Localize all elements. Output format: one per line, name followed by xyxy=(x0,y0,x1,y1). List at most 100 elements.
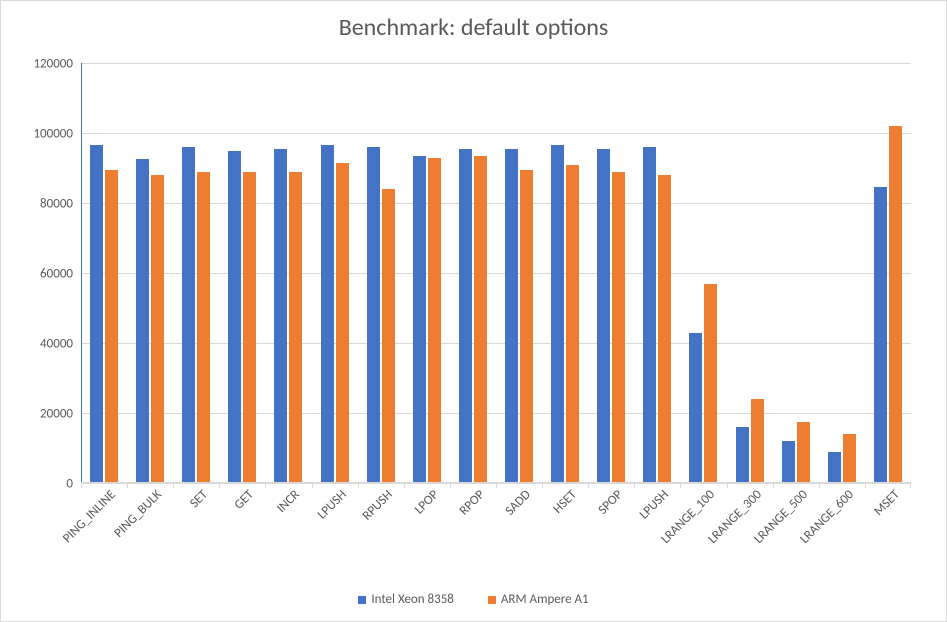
x-tick-label: PING_INLINE xyxy=(60,487,119,546)
category-group: RPUSH xyxy=(358,63,404,483)
x-tick-label: SPOP xyxy=(596,487,626,517)
y-tick-label: 0 xyxy=(66,477,81,492)
x-tick xyxy=(265,483,266,488)
category-group: PING_BULK xyxy=(127,63,173,483)
legend: Intel Xeon 8358 ARM Ampere A1 xyxy=(1,592,946,607)
y-tick-label: 120000 xyxy=(33,57,81,72)
bar xyxy=(382,189,395,483)
category-group: HSET xyxy=(542,63,588,483)
bar xyxy=(336,163,349,483)
bar xyxy=(612,172,625,483)
y-tick-label: 40000 xyxy=(40,336,81,351)
y-tick-label: 100000 xyxy=(33,126,81,141)
bar xyxy=(289,172,302,483)
bar xyxy=(321,145,334,483)
legend-swatch-icon xyxy=(488,596,496,604)
x-tick-label: MSET xyxy=(871,487,903,519)
bar xyxy=(736,427,749,483)
category-group: MSET xyxy=(865,63,911,483)
bar xyxy=(643,147,656,483)
category-group: GET xyxy=(219,63,265,483)
x-tick-label: SADD xyxy=(502,487,533,518)
legend-label: Intel Xeon 8358 xyxy=(371,592,454,607)
bars-area: PING_INLINEPING_BULKSETGETINCRLPUSHRPUSH… xyxy=(81,63,911,483)
x-tick-label: GET xyxy=(232,487,257,512)
bar xyxy=(520,170,533,483)
category-group: LRANGE_100 xyxy=(680,63,726,483)
x-tick xyxy=(312,483,313,488)
bar xyxy=(136,159,149,483)
category-group: LPUSH xyxy=(634,63,680,483)
bar xyxy=(658,175,671,483)
legend-item-series-0: Intel Xeon 8358 xyxy=(358,592,454,607)
bar xyxy=(474,156,487,483)
x-tick xyxy=(910,483,911,488)
category-group: LPOP xyxy=(404,63,450,483)
x-tick-label: LPUSH xyxy=(314,487,349,522)
bar xyxy=(274,149,287,483)
x-tick xyxy=(358,483,359,488)
x-axis-baseline xyxy=(81,482,911,483)
bar xyxy=(843,434,856,483)
bar xyxy=(182,147,195,483)
bar xyxy=(428,158,441,484)
x-tick xyxy=(680,483,681,488)
bar xyxy=(551,145,564,483)
category-group: RPOP xyxy=(450,63,496,483)
legend-label: ARM Ampere A1 xyxy=(501,592,589,607)
category-group: SPOP xyxy=(588,63,634,483)
x-tick-label: LPOP xyxy=(412,487,442,517)
category-group: INCR xyxy=(265,63,311,483)
category-group: LRANGE_500 xyxy=(773,63,819,483)
bar xyxy=(228,151,241,484)
bar xyxy=(413,156,426,483)
y-tick-label: 20000 xyxy=(40,407,81,422)
x-tick-label: RPOP xyxy=(457,487,488,518)
x-tick xyxy=(542,483,543,488)
x-tick xyxy=(496,483,497,488)
bar xyxy=(782,441,795,483)
bar xyxy=(797,422,810,483)
bar xyxy=(566,165,579,484)
x-tick-label: HSET xyxy=(550,487,580,517)
bar xyxy=(459,149,472,483)
x-tick xyxy=(588,483,589,488)
x-tick xyxy=(819,483,820,488)
plot-area: 020000400006000080000100000120000 PING_I… xyxy=(81,63,911,483)
x-tick-label: LPUSH xyxy=(637,487,672,522)
bar xyxy=(90,145,103,483)
bar xyxy=(105,170,118,483)
bar xyxy=(151,175,164,483)
x-tick-label: PING_BULK xyxy=(111,487,165,541)
bar xyxy=(889,126,902,483)
x-tick xyxy=(773,483,774,488)
x-tick xyxy=(727,483,728,488)
category-group: SADD xyxy=(496,63,542,483)
bar xyxy=(367,147,380,483)
bar xyxy=(874,187,887,483)
x-tick-label: RPUSH xyxy=(359,487,395,523)
x-tick xyxy=(634,483,635,488)
x-tick xyxy=(81,483,82,488)
bar xyxy=(828,452,841,484)
bar xyxy=(597,149,610,483)
y-tick-label: 80000 xyxy=(40,196,81,211)
x-tick-label: SET xyxy=(187,487,211,511)
category-group: LPUSH xyxy=(312,63,358,483)
x-tick xyxy=(173,483,174,488)
x-tick xyxy=(865,483,866,488)
x-tick xyxy=(450,483,451,488)
x-tick xyxy=(127,483,128,488)
category-group: SET xyxy=(173,63,219,483)
bar xyxy=(689,333,702,483)
bar xyxy=(751,399,764,483)
legend-item-series-1: ARM Ampere A1 xyxy=(488,592,589,607)
legend-swatch-icon xyxy=(358,596,366,604)
y-tick-label: 60000 xyxy=(40,267,81,282)
bar xyxy=(704,284,717,484)
bar xyxy=(505,149,518,483)
chart-container: Benchmark: default options 0200004000060… xyxy=(0,0,947,622)
x-tick xyxy=(404,483,405,488)
category-group: LRANGE_600 xyxy=(819,63,865,483)
bar xyxy=(197,172,210,483)
